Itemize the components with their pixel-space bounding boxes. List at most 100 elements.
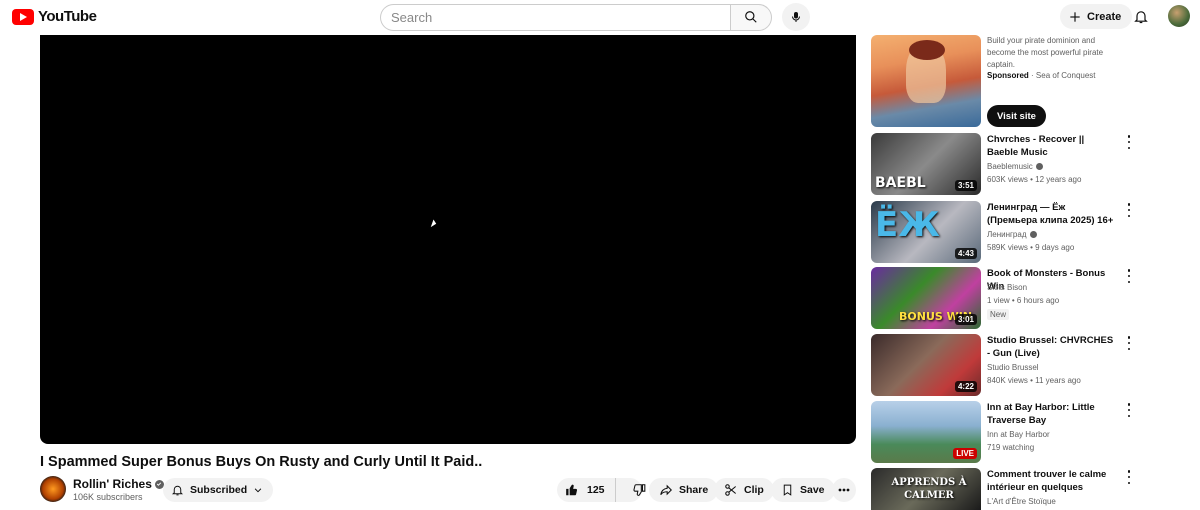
recommendation-channel[interactable]: Baeblemusic (987, 162, 1043, 171)
recommendation-title[interactable]: Comment trouver le calme intérieur en qu… (987, 468, 1117, 494)
share-label: Share (679, 484, 709, 496)
more-vertical-icon[interactable] (1125, 403, 1133, 417)
plus-icon (1070, 11, 1080, 22)
recommendation-channel[interactable]: Studio Brussel (987, 363, 1039, 372)
like-button[interactable]: 125 (557, 478, 616, 502)
like-dislike-group: 125 (557, 478, 645, 502)
verified-icon (1029, 231, 1037, 238)
youtube-logo[interactable]: YouTube (12, 8, 97, 25)
voice-search-button[interactable] (782, 3, 810, 31)
duration-badge: 4:43 (954, 248, 977, 259)
more-vertical-icon[interactable] (1125, 269, 1133, 283)
search-input[interactable] (380, 3, 730, 31)
recommendation-channel[interactable]: Slots Bison (987, 283, 1027, 292)
youtube-play-icon (12, 8, 34, 25)
advertiser-name: Sea of Conquest (1035, 71, 1096, 80)
thumbnail-text: BAEBL (875, 175, 926, 191)
subscriber-count: 106K subscribers (73, 492, 143, 502)
recommendation-title[interactable]: Chvrches - Recover || Baeble Music (987, 133, 1117, 159)
duration-badge: 4:22 (954, 381, 977, 392)
recommendation-channel[interactable]: L'Art d'Être Stoïque (987, 497, 1056, 506)
recommendation-meta: 1 view • 6 hours ago (987, 296, 1060, 305)
more-vertical-icon[interactable] (1125, 135, 1133, 149)
channel-text: Ленинград (987, 230, 1027, 239)
more-vertical-icon[interactable] (1125, 336, 1133, 350)
video-thumbnail[interactable]: 4:22 (871, 334, 981, 396)
bell-icon (1134, 11, 1148, 24)
bell-icon (171, 485, 184, 496)
share-icon (660, 484, 672, 496)
create-button[interactable]: Create (1060, 4, 1133, 29)
account-avatar[interactable] (1168, 5, 1190, 27)
masthead: YouTube Create (0, 0, 1200, 34)
channel-text: Baeblemusic (987, 162, 1033, 171)
video-thumbnail[interactable]: LIVE (871, 401, 981, 463)
create-label: Create (1087, 10, 1122, 23)
thumbs-down-icon (632, 484, 645, 496)
video-thumbnail[interactable]: BAEBL 3:51 (871, 133, 981, 195)
recommendation-meta: 840K views • 11 years ago (987, 376, 1081, 385)
more-vertical-icon[interactable] (1125, 203, 1133, 217)
share-button[interactable]: Share (649, 478, 719, 502)
channel-text: Slots Bison (987, 283, 1028, 292)
recommendation-item[interactable]: LIVE Inn at Bay Harbor: Little Traverse … (871, 401, 1141, 463)
ad-sponsor-line: Sponsored · Sea of Conquest (987, 71, 1096, 80)
duration-badge: 3:51 (954, 180, 977, 191)
scissors-icon (725, 484, 737, 496)
more-vertical-icon[interactable] (1125, 470, 1133, 484)
more-horizontal-icon (838, 488, 850, 492)
search-bar (380, 3, 810, 31)
recommendation-item[interactable]: APPRENDS À CALMER Comment trouver le cal… (871, 468, 1141, 510)
search-icon (745, 11, 757, 23)
search-button[interactable] (730, 3, 772, 31)
sponsored-label: Sponsored (987, 71, 1029, 80)
live-badge: LIVE (953, 448, 977, 459)
recommendation-channel[interactable]: Inn at Bay Harbor (987, 430, 1050, 439)
recommendation-meta: 589K views • 9 days ago (987, 243, 1075, 252)
thumbs-up-icon (566, 484, 578, 496)
video-thumbnail[interactable]: BONUS WIN 3:01 (871, 267, 981, 329)
thumbnail-text: ЁЖ (875, 205, 940, 245)
recommendation-title[interactable]: Studio Brussel: CHVRCHES - Gun (Live) (987, 334, 1117, 360)
channel-name[interactable]: Rollin' Riches (73, 477, 164, 491)
duration-badge: 3:01 (954, 314, 977, 325)
recommendation-item[interactable]: 4:22 Studio Brussel: CHVRCHES - Gun (Liv… (871, 334, 1141, 396)
verified-icon (1035, 163, 1043, 170)
channel-avatar[interactable] (40, 476, 66, 502)
bookmark-icon (783, 484, 792, 496)
new-badge: New (987, 309, 1010, 320)
clip-button[interactable]: Clip (714, 478, 774, 502)
ad-description: Build your pirate dominion and become th… (987, 36, 1104, 69)
save-label: Save (800, 484, 825, 496)
recommendation-title[interactable]: Ленинград — Ёж (Премьера клипа 2025) 16+ (987, 201, 1117, 227)
video-title: I Spammed Super Bonus Buys On Rusty and … (40, 454, 483, 470)
recommendation-channel[interactable]: Ленинград (987, 230, 1037, 239)
recommendation-item[interactable]: ЁЖ 4:43 Ленинград — Ёж (Премьера клипа 2… (871, 201, 1141, 263)
separator-dot: · (1031, 71, 1034, 80)
clip-label: Clip (744, 484, 764, 496)
logo-text: YouTube (38, 8, 97, 25)
video-thumbnail[interactable]: APPRENDS À CALMER (871, 468, 981, 510)
channel-text: L'Art d'Être Stoïque (987, 497, 1056, 506)
recommendation-meta: 603K views • 12 years ago (987, 175, 1082, 184)
like-count: 125 (587, 484, 605, 496)
channel-name-text: Rollin' Riches (73, 477, 152, 491)
thumbnail-text: APPRENDS À CALMER (891, 477, 967, 501)
video-player[interactable] (40, 35, 856, 444)
chevron-down-icon (254, 488, 262, 493)
recommendation-item[interactable]: BONUS WIN 3:01 Book of Monsters - Bonus … (871, 267, 1141, 329)
channel-text: Studio Brussel (987, 363, 1039, 372)
mouse-cursor-icon (430, 219, 438, 229)
ad-thumbnail[interactable] (871, 35, 981, 127)
visit-site-button[interactable]: Visit site (987, 105, 1046, 127)
notifications-button[interactable] (1133, 8, 1149, 30)
recommendation-title[interactable]: Inn at Bay Harbor: Little Traverse Bay (987, 401, 1117, 427)
more-actions-button[interactable] (832, 478, 856, 502)
video-thumbnail[interactable]: ЁЖ 4:43 (871, 201, 981, 263)
recommendation-item[interactable]: BAEBL 3:51 Chvrches - Recover || Baeble … (871, 133, 1141, 195)
recommendation-meta: 719 watching (987, 443, 1035, 452)
save-button[interactable]: Save (771, 478, 835, 502)
channel-text: Inn at Bay Harbor (987, 430, 1050, 439)
subscribed-button[interactable]: Subscribed (163, 478, 274, 502)
microphone-icon (792, 12, 800, 22)
